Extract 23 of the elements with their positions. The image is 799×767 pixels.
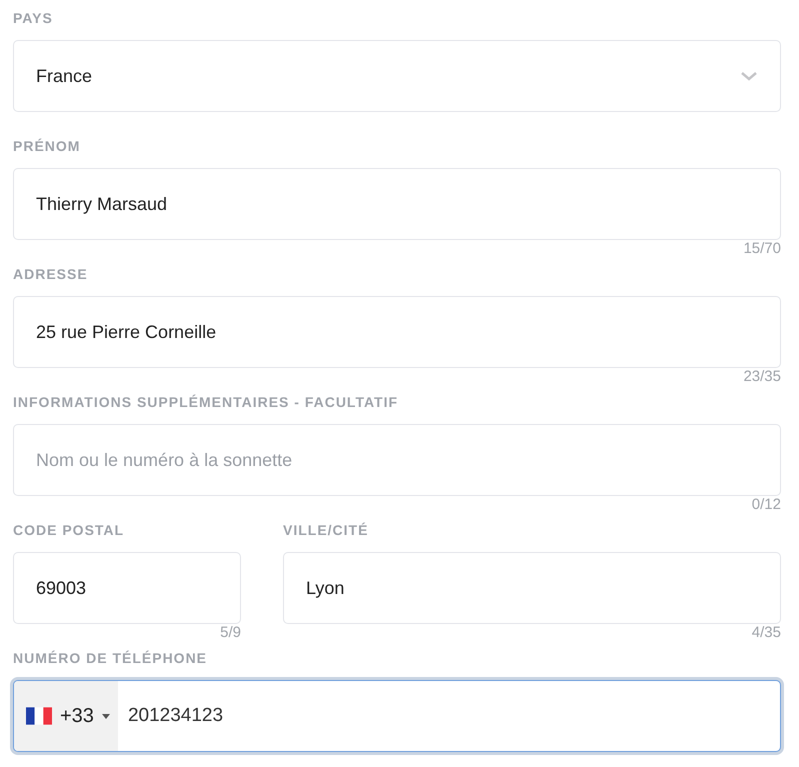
phone-field[interactable]: +33 201234123 xyxy=(13,680,781,752)
country-select[interactable]: France xyxy=(13,40,781,112)
flag-icon xyxy=(26,707,52,725)
field-label: PAYS xyxy=(13,9,54,28)
input-field[interactable]: Nom ou le numéro à la sonnette xyxy=(13,424,781,496)
character-counter: 5/9 xyxy=(220,624,241,641)
character-counter: 4/35 xyxy=(752,624,781,641)
chevron-down-icon xyxy=(740,70,758,82)
character-counter: 15/70 xyxy=(743,240,781,257)
character-counter: 23/35 xyxy=(743,368,781,385)
field-label: PRÉNOM xyxy=(13,137,82,156)
character-counter: 0/12 xyxy=(752,496,781,513)
country-code-picker[interactable]: +33 xyxy=(14,681,118,751)
input-field[interactable]: 69003 xyxy=(13,552,241,624)
field-label: NUMÉRO DE TÉLÉPHONE xyxy=(13,649,208,668)
input-field[interactable]: Thierry Marsaud xyxy=(13,168,781,240)
caret-icon xyxy=(102,714,110,718)
input-field[interactable]: Lyon xyxy=(283,552,781,624)
field-label: ADRESSE xyxy=(13,265,89,284)
field-label: INFORMATIONS SUPPLÉMENTAIRES - FACULTATIF xyxy=(13,393,400,412)
input-field[interactable]: 25 rue Pierre Corneille xyxy=(13,296,781,368)
field-label: CODE POSTAL xyxy=(13,521,126,540)
field-label: VILLE/CITÉ xyxy=(283,521,370,540)
